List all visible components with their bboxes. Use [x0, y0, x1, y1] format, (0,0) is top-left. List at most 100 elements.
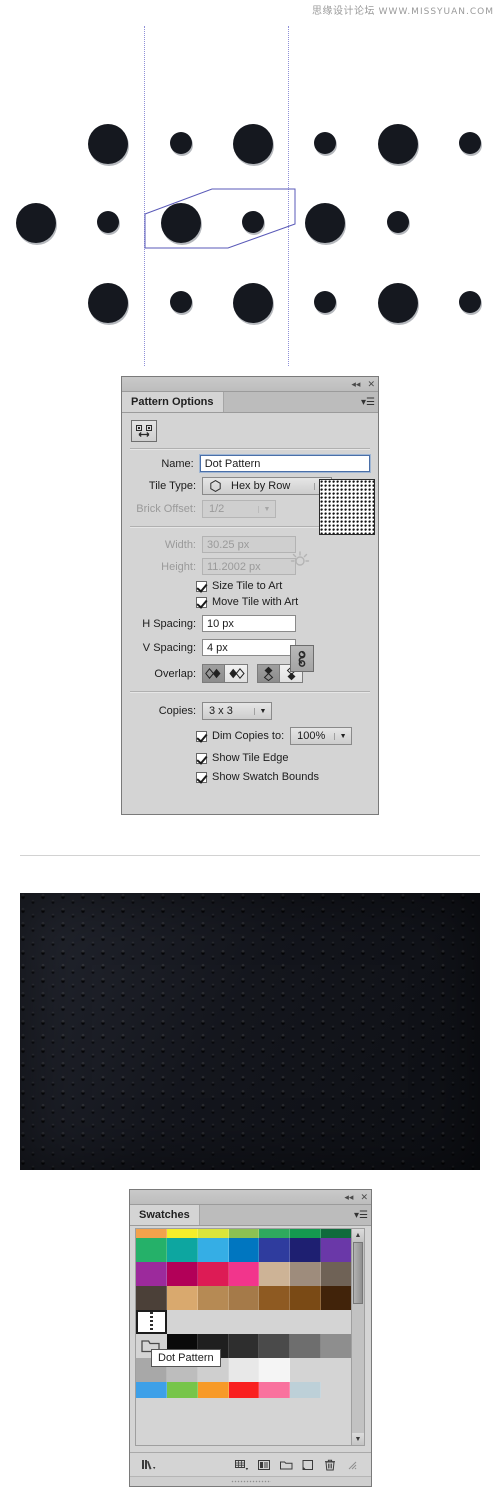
swatch-cell[interactable]	[259, 1229, 291, 1238]
h-spacing-input[interactable]: 10 px	[202, 615, 296, 632]
pattern-dot[interactable]	[88, 283, 128, 323]
scroll-down-arrow-icon[interactable]: ▼	[352, 1433, 364, 1445]
swatch-libraries-menu-icon[interactable]	[138, 1458, 160, 1472]
swatch-cell[interactable]	[290, 1382, 322, 1398]
show-swatch-bounds-checkbox[interactable]	[196, 771, 207, 783]
swatch-cell[interactable]	[228, 1286, 260, 1310]
swatch-cell[interactable]	[259, 1382, 291, 1398]
left-over-right-icon[interactable]	[202, 664, 225, 683]
pattern-dot[interactable]	[314, 291, 336, 313]
swatch-cell[interactable]	[290, 1238, 322, 1262]
move-tile-with-art-checkbox[interactable]	[196, 596, 207, 608]
swatch-cell[interactable]	[228, 1262, 260, 1286]
pattern-edit-artboard[interactable]	[0, 26, 500, 366]
swatch-cell[interactable]	[228, 1334, 260, 1358]
swatch-cell[interactable]	[228, 1358, 260, 1382]
swatch-cell[interactable]	[259, 1286, 291, 1310]
show-swatch-bounds-row[interactable]: Show Swatch Bounds	[122, 771, 378, 783]
panel-menu-icon[interactable]: ▾☰	[351, 1205, 371, 1225]
swatch-cell[interactable]	[197, 1382, 229, 1398]
chevron-down-icon-dim[interactable]: ▼	[334, 732, 351, 740]
swatch-cell[interactable]	[321, 1229, 352, 1238]
pattern-dot[interactable]	[88, 124, 128, 164]
pattern-dot[interactable]	[459, 291, 481, 313]
swatch-cell[interactable]	[166, 1262, 198, 1286]
swatch-cell[interactable]	[321, 1238, 352, 1262]
swatch-cell[interactable]	[259, 1358, 291, 1382]
swatch-cell[interactable]	[136, 1286, 167, 1310]
swatch-cell[interactable]	[136, 1382, 167, 1398]
name-input[interactable]: Dot Pattern	[198, 454, 372, 473]
swatch-cell[interactable]	[228, 1229, 260, 1238]
swatch-cell[interactable]	[197, 1229, 229, 1238]
link-spacing-icon[interactable]	[290, 645, 314, 672]
pattern-dot[interactable]	[170, 132, 192, 154]
dim-copies-dropdown[interactable]: 100% ▼	[290, 727, 353, 745]
swatch-cell[interactable]	[166, 1238, 198, 1262]
pattern-dot[interactable]	[16, 203, 56, 243]
pattern-dot[interactable]	[233, 283, 273, 323]
chevron-down-icon-copies[interactable]: ▼	[254, 707, 271, 715]
swatch-cell[interactable]	[197, 1262, 229, 1286]
swatch-cell[interactable]	[136, 1229, 167, 1238]
swatch-dot-pattern[interactable]	[136, 1310, 167, 1334]
tab-pattern-options[interactable]: Pattern Options	[122, 392, 224, 412]
v-spacing-input[interactable]: 4 px	[202, 639, 296, 656]
swatch-cell[interactable]	[321, 1334, 352, 1358]
swatch-cell[interactable]	[166, 1286, 198, 1310]
swatch-cell[interactable]	[166, 1229, 198, 1238]
swatches-panel[interactable]: ◂◂ ✕ Swatches ▾☰ ▲ ▼	[129, 1189, 372, 1487]
top-over-bottom-icon[interactable]	[257, 664, 280, 683]
swatch-cell[interactable]	[321, 1262, 352, 1286]
resize-grip-icon[interactable]	[341, 1459, 363, 1471]
swatch-cell[interactable]	[228, 1382, 260, 1398]
tile-edit-tool-icon[interactable]	[131, 420, 157, 442]
swatch-cell[interactable]	[290, 1262, 322, 1286]
show-tile-edge-row[interactable]: Show Tile Edge	[122, 752, 378, 764]
swatch-cell[interactable]	[166, 1382, 198, 1398]
pattern-dot[interactable]	[459, 132, 481, 154]
pattern-dot[interactable]	[387, 211, 409, 233]
pattern-dot[interactable]	[170, 291, 192, 313]
delete-swatch-icon[interactable]	[319, 1458, 341, 1472]
new-swatch-icon[interactable]	[297, 1458, 319, 1472]
size-tile-to-art-checkbox[interactable]	[196, 580, 207, 592]
tile-type-dropdown[interactable]: Hex by Row ▼	[202, 477, 332, 495]
panel-resize-gripper[interactable]	[130, 1476, 371, 1486]
pattern-dot[interactable]	[314, 132, 336, 154]
pattern-dot[interactable]	[378, 124, 418, 164]
swatch-cell[interactable]	[136, 1238, 167, 1262]
size-tile-to-art-row[interactable]: Size Tile to Art	[122, 580, 378, 592]
dim-copies-row[interactable]: Dim Copies to: 100% ▼	[122, 727, 378, 745]
swatch-cell[interactable]	[197, 1238, 229, 1262]
scrollbar-thumb[interactable]	[353, 1242, 363, 1304]
swatch-grid[interactable]	[135, 1228, 353, 1446]
close-icon[interactable]: ✕	[367, 379, 375, 389]
swatch-cell[interactable]	[259, 1334, 291, 1358]
close-icon[interactable]: ✕	[360, 1192, 368, 1202]
swatch-cell[interactable]	[259, 1238, 291, 1262]
swatch-cell[interactable]	[136, 1262, 167, 1286]
right-over-left-icon[interactable]	[225, 664, 248, 683]
swatch-cell[interactable]	[290, 1334, 322, 1358]
pattern-options-panel[interactable]: ◂◂ ✕ Pattern Options ▾☰ Name: Dot Patter…	[121, 376, 379, 815]
swatch-cell[interactable]	[259, 1262, 291, 1286]
show-tile-edge-checkbox[interactable]	[196, 752, 207, 764]
swatch-cell[interactable]	[290, 1286, 322, 1310]
swatch-cell[interactable]	[290, 1229, 322, 1238]
swatch-options-icon[interactable]	[253, 1458, 275, 1472]
collapse-double-arrow-icon[interactable]: ◂◂	[351, 379, 360, 389]
pattern-dot[interactable]	[378, 283, 418, 323]
pattern-dot[interactable]	[97, 211, 119, 233]
new-color-group-icon[interactable]	[275, 1458, 297, 1472]
panel-menu-icon[interactable]: ▾☰	[358, 392, 378, 412]
scroll-up-arrow-icon[interactable]: ▲	[352, 1229, 364, 1241]
collapse-double-arrow-icon[interactable]: ◂◂	[344, 1192, 353, 1202]
swatch-cell[interactable]	[321, 1286, 352, 1310]
swatch-scrollbar[interactable]: ▲ ▼	[351, 1228, 365, 1446]
pattern-dot[interactable]	[233, 124, 273, 164]
copies-dropdown[interactable]: 3 x 3 ▼	[202, 702, 272, 720]
show-swatch-kinds-menu-icon[interactable]	[231, 1458, 253, 1472]
swatch-cell[interactable]	[228, 1238, 260, 1262]
pattern-dot[interactable]	[305, 203, 345, 243]
